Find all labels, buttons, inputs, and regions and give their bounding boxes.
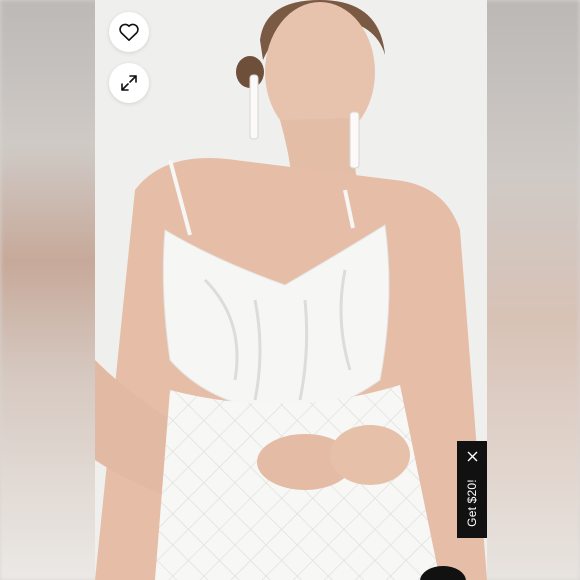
expand-button[interactable] [109,63,149,103]
product-photo-illustration [95,0,487,580]
promo-close-button[interactable] [464,448,480,464]
expand-icon [121,75,137,91]
promo-label: Get $20! [465,479,479,527]
product-photo[interactable] [95,0,487,580]
blurred-background-left [0,0,100,580]
close-icon [467,451,477,461]
listing-image-viewer: Get $20! [0,0,580,580]
promo-tab[interactable]: Get $20! [457,441,487,538]
like-button[interactable] [109,12,149,52]
heart-icon [119,23,139,41]
blurred-background-right [480,0,580,580]
